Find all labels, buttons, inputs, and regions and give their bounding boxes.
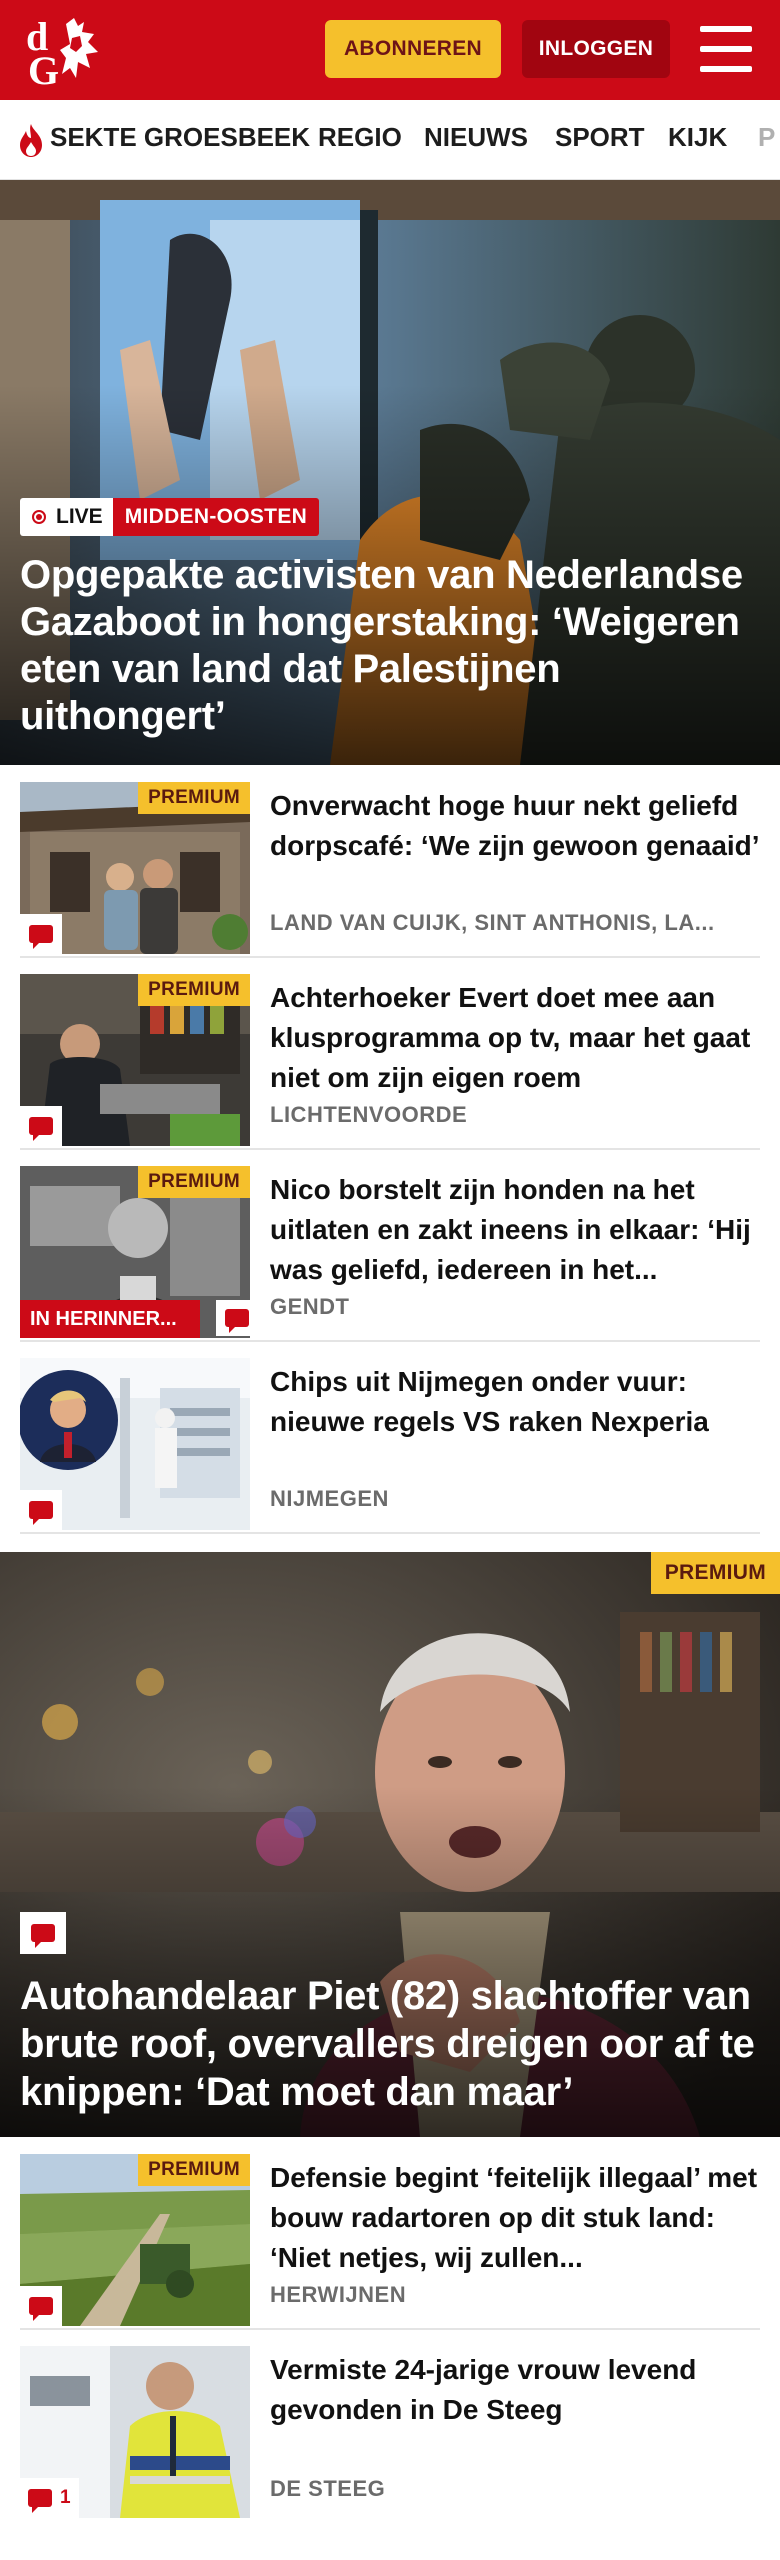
list-item[interactable]: PREMIUM IN HERINNER... Nico borstelt zij… [20,1166,760,1342]
comment-icon [28,2489,52,2513]
comment-indicator[interactable] [20,1490,62,1530]
list-item[interactable]: Chips uit Nijmegen onder vuur: nieuwe re… [20,1358,760,1534]
comment-icon [31,1924,55,1948]
list-item[interactable]: PREMIUM Achterhoeker Evert doet mee aan … [20,974,760,1150]
premium-badge: PREMIUM [138,2154,250,2186]
comment-icon [29,1501,53,1525]
comment-indicator[interactable]: 1 [20,2478,79,2518]
nav-item-sekte-groesbeek[interactable]: SEKTE GROESBEEK [50,122,310,153]
article-location: LICHTENVOORDE [270,1102,468,1127]
memoriam-badge: IN HERINNER... [20,1300,200,1338]
article-thumbnail: 1 [20,2346,250,2518]
comment-indicator[interactable] [20,1106,62,1146]
comment-count: 1 [60,2487,71,2508]
live-dot-icon [32,510,46,524]
article-location: LAND VAN CUIJK, SINT ANTHONIS, LA... [270,910,715,935]
hero-title[interactable]: Opgepakte activisten van Nederland­se Ga… [20,552,760,740]
article-thumbnail: PREMIUM [20,782,250,954]
nav-item-sport[interactable]: SPORT [555,122,645,153]
article-title[interactable]: Achterhoeker Evert doet mee aan klusprog… [270,978,760,1098]
premium-badge: PREMIUM [138,1166,250,1198]
comment-indicator[interactable] [20,914,62,954]
article-thumbnail: PREMIUM [20,2154,250,2326]
nav-item-nieuws[interactable]: NIEUWS [424,122,528,153]
article-location: NIJMEGEN [270,1486,389,1511]
list-item[interactable]: 1 Vermiste 24-jarige vrouw levend gevond… [20,2346,760,2522]
menu-icon[interactable] [700,26,752,72]
list-item[interactable]: PREMIUM Onverwacht hoge huur nekt gelief… [20,782,760,958]
premium-badge: PREMIUM [650,1552,780,1594]
article-title[interactable]: Chips uit Nijmegen onder vuur: nieuwe re… [270,1362,760,1442]
hero-article[interactable]: LIVE MIDDEN-OOSTEN Opgepakte activisten … [0,180,780,765]
list-item[interactable]: PREMIUM Defensie begint ‘feitelijk illeg… [20,2154,760,2330]
comment-icon [225,1309,249,1333]
article-location: DE STEEG [270,2476,386,2501]
comment-icon [29,1117,53,1141]
feature-title[interactable]: Autohandelaar Piet (82) slachtoffer van … [20,1972,770,2116]
article-location: GENDT [270,1294,350,1319]
article-title[interactable]: Vermiste 24-jarige vrouw levend gevonden… [270,2350,760,2430]
comment-indicator[interactable] [216,1300,250,1336]
nav-item-regio[interactable]: REGIO [318,122,402,153]
section-nav: SEKTE GROESBEEK REGIO NIEUWS SPORT KIJK … [0,100,780,180]
article-thumbnail [20,1358,250,1530]
comment-icon [29,2297,53,2321]
hero-badges: LIVE MIDDEN-OOSTEN [20,498,320,536]
top-bar: d G ABONNEREN INLOGGEN [0,0,780,100]
category-badge: MIDDEN-OOSTEN [112,498,320,536]
article-title[interactable]: Defensie begint ‘feitelijk illegaal’ met… [270,2158,760,2278]
article-title[interactable]: Nico borstelt zijn honden na het uitlate… [270,1170,760,1290]
article-thumbnail: PREMIUM IN HERINNER... [20,1166,250,1338]
logo[interactable]: d G [22,14,114,88]
article-location: HERWIJNEN [270,2282,407,2307]
nav-item-kijk[interactable]: KIJK [668,122,727,153]
svg-text:G: G [28,48,59,88]
premium-badge: PREMIUM [138,782,250,814]
flame-icon [20,124,42,157]
live-badge: LIVE [20,498,113,536]
premium-badge: PREMIUM [138,974,250,1006]
comment-indicator[interactable] [20,2286,62,2326]
subscribe-button[interactable]: ABONNEREN [325,20,501,78]
nav-item-overflow[interactable]: P [758,122,775,153]
feature-article[interactable]: PREMIUM Autohandelaar Piet (82) slachtof… [0,1552,780,2137]
login-button[interactable]: INLOGGEN [522,20,670,78]
article-title[interactable]: Onverwacht hoge huur nekt geliefd dorpsc… [270,786,760,866]
article-thumbnail: PREMIUM [20,974,250,1146]
live-label: LIVE [56,505,103,528]
comment-indicator[interactable] [20,1912,66,1954]
comment-icon [29,925,53,949]
